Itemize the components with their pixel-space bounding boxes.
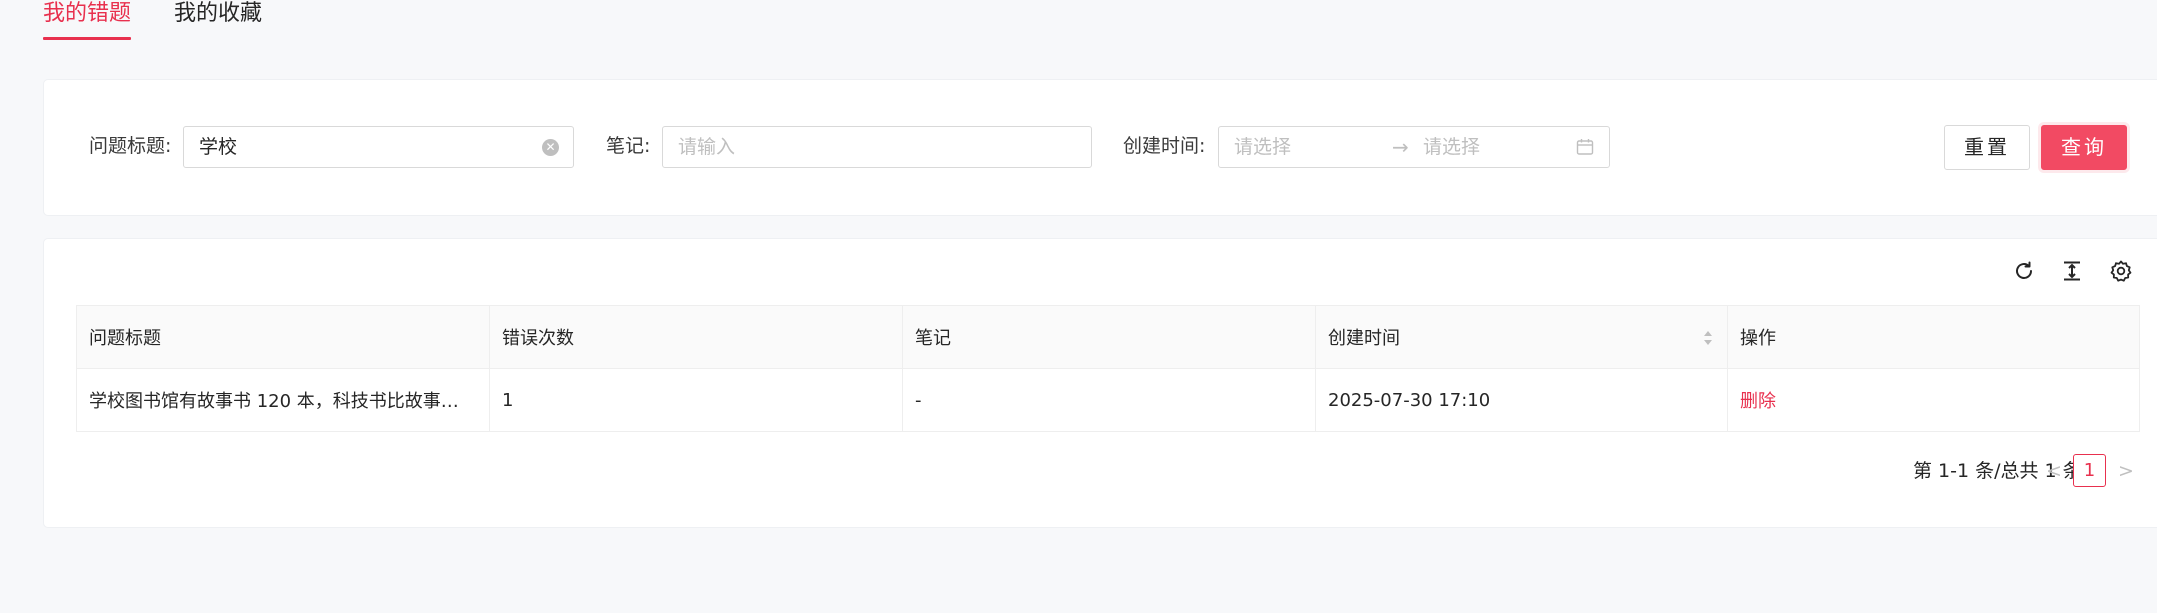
note-filter-input[interactable]: 请输入 bbox=[662, 126, 1092, 168]
note-filter-placeholder: 请输入 bbox=[678, 136, 736, 158]
tab-bar: 我的错题 我的收藏 bbox=[43, 0, 262, 42]
results-panel: 问题标题 错误次数 笔记 创建时间 操作 学校图书馆有故事书 120 本，科技书… bbox=[43, 238, 2157, 528]
note-filter-label: 笔记: bbox=[606, 135, 651, 157]
table-row: 学校图书馆有故事书 120 本，科技书比故事… 1 - 2025-07-30 1… bbox=[76, 368, 2140, 432]
column-header-action: 操作 bbox=[1727, 305, 2140, 369]
column-header-title: 问题标题 bbox=[76, 305, 490, 369]
range-arrow-icon: → bbox=[1392, 135, 1409, 159]
title-filter-input[interactable]: 学校 ✕ bbox=[183, 126, 574, 168]
clear-icon[interactable]: ✕ bbox=[542, 139, 559, 156]
sort-icon[interactable] bbox=[1703, 328, 1713, 348]
column-header-errors: 错误次数 bbox=[489, 305, 903, 369]
refresh-icon[interactable] bbox=[2012, 259, 2036, 283]
cell-errors: 1 bbox=[489, 368, 903, 432]
tab-my-mistakes[interactable]: 我的错题 bbox=[43, 0, 132, 42]
query-button[interactable]: 查询 bbox=[2041, 125, 2127, 170]
cell-created: 2025-07-30 17:10 bbox=[1315, 368, 1728, 432]
column-height-icon[interactable] bbox=[2060, 259, 2084, 283]
pagination-prev-button[interactable]: < bbox=[2044, 458, 2064, 484]
created-date-range-picker[interactable]: 请选择 → 请选择 bbox=[1218, 126, 1610, 168]
cell-note: - bbox=[902, 368, 1316, 432]
reset-button[interactable]: 重置 bbox=[1944, 125, 2030, 170]
cell-action: 删除 bbox=[1727, 368, 2140, 432]
calendar-icon bbox=[1576, 139, 1594, 155]
column-header-note: 笔记 bbox=[902, 305, 1316, 369]
delete-link[interactable]: 删除 bbox=[1740, 391, 1776, 412]
title-filter-value: 学校 bbox=[199, 136, 238, 158]
pagination-next-button[interactable]: > bbox=[2116, 458, 2136, 484]
cell-title: 学校图书馆有故事书 120 本，科技书比故事… bbox=[76, 368, 490, 432]
column-header-created[interactable]: 创建时间 bbox=[1315, 305, 1728, 369]
start-date-placeholder[interactable]: 请选择 bbox=[1234, 136, 1291, 158]
filter-panel: 问题标题: 学校 ✕ 笔记: 请输入 创建时间: 请选择 → 请选择 重置 查询 bbox=[43, 79, 2157, 216]
created-filter-label: 创建时间: bbox=[1123, 135, 1206, 157]
pagination-page-1[interactable]: 1 bbox=[2073, 454, 2106, 487]
title-filter-label: 问题标题: bbox=[89, 135, 172, 157]
column-header-created-label: 创建时间 bbox=[1328, 328, 1400, 349]
end-date-placeholder[interactable]: 请选择 bbox=[1423, 127, 1480, 167]
table-header-row: 问题标题 错误次数 笔记 创建时间 操作 bbox=[76, 305, 2140, 369]
tab-my-favorites[interactable]: 我的收藏 bbox=[174, 0, 262, 42]
gear-icon[interactable] bbox=[2109, 259, 2133, 283]
results-table: 问题标题 错误次数 笔记 创建时间 操作 学校图书馆有故事书 120 本，科技书… bbox=[76, 305, 2140, 432]
